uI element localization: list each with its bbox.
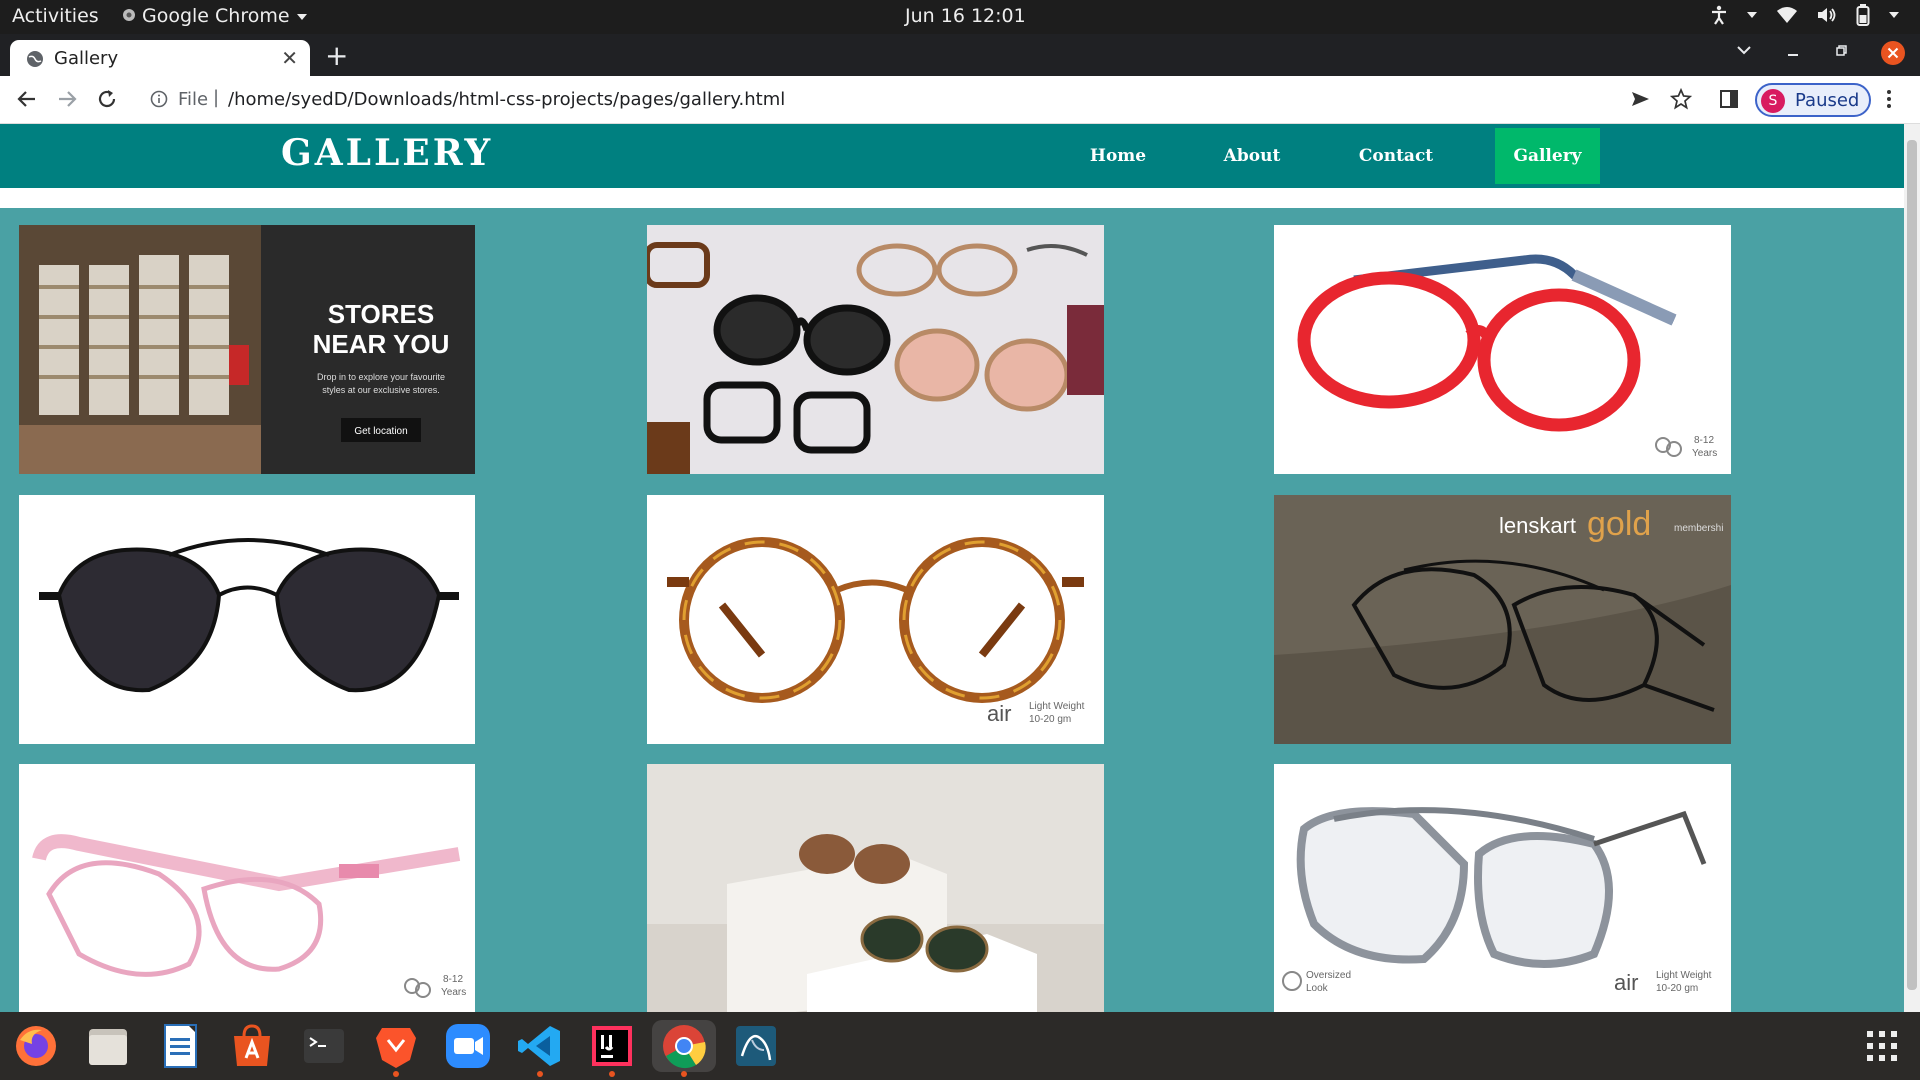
- system-tray[interactable]: [1710, 4, 1900, 26]
- restore-icon[interactable]: [1834, 42, 1848, 62]
- wifi-icon[interactable]: [1776, 6, 1798, 24]
- gallery-image-round-tortoise-frame[interactable]: air Light Weight 10-20 gm: [647, 495, 1104, 744]
- side-panel-icon[interactable]: [1718, 88, 1740, 114]
- lenskart-gold: gold: [1587, 505, 1651, 543]
- tab-search-icon[interactable]: [1736, 42, 1752, 62]
- gallery-image-aviator-sunglasses[interactable]: [19, 495, 475, 744]
- chrome-icon[interactable]: [652, 1020, 716, 1077]
- profile-button[interactable]: S Paused: [1755, 83, 1871, 117]
- system-top-bar: Activities Google Chrome Jun 16 12:01: [0, 0, 1920, 34]
- gallery-image-stores[interactable]: STORES NEAR YOU Drop in to explore your …: [19, 225, 475, 474]
- chrome-small-icon: [122, 5, 136, 27]
- tab-title: Gallery: [54, 48, 119, 69]
- air-badge: air: [987, 701, 1011, 726]
- get-location-label: Get location: [354, 426, 407, 437]
- light-weight-line2: 10-20 gm: [1656, 983, 1698, 994]
- url-separator: |: [213, 87, 220, 108]
- age-badge-line1: 8-12: [1694, 435, 1714, 446]
- nav-home[interactable]: Home: [1068, 128, 1168, 184]
- browser-toolbar: File | /home/syedD/Downloads/html-css-pr…: [0, 76, 1920, 124]
- gallery-image-lenskart-gold[interactable]: lenskart gold membershi: [1274, 495, 1731, 744]
- url-scheme: File: [178, 89, 209, 110]
- stores-body-line2: styles at our exclusive stores.: [322, 385, 440, 395]
- clock[interactable]: Jun 16 12:01: [905, 5, 1026, 27]
- kebab-menu-icon[interactable]: [1884, 88, 1894, 114]
- vscode-icon[interactable]: [514, 1020, 566, 1077]
- gallery-image-eyewear-collection[interactable]: [647, 225, 1104, 474]
- oversized-line1: Oversized: [1306, 970, 1351, 981]
- app-menu-label: Google Chrome: [142, 5, 290, 27]
- send-icon[interactable]: [1629, 88, 1651, 114]
- bookmark-star-icon[interactable]: [1669, 87, 1693, 114]
- nav-contact[interactable]: Contact: [1346, 128, 1446, 184]
- minimize-icon[interactable]: [1786, 42, 1800, 62]
- gallery-image-pink-kids-frame[interactable]: 8-12 Years: [19, 764, 475, 1012]
- tab-gallery[interactable]: Gallery ✕: [10, 40, 310, 76]
- page-viewport: GALLERY Home About Contact Gallery STORE…: [0, 124, 1904, 1012]
- chevron-down-icon: [296, 5, 308, 27]
- show-apps-icon[interactable]: [1866, 1030, 1898, 1066]
- header-divider: [0, 188, 1904, 208]
- oversized-line2: Look: [1306, 983, 1329, 994]
- stores-body-line1: Drop in to explore your favourite: [317, 372, 445, 382]
- lenskart-brand: lenskart: [1499, 513, 1576, 538]
- gallery-image-red-kids-frame[interactable]: 8-12 Years: [1274, 225, 1731, 474]
- running-indicator: [537, 1071, 543, 1077]
- address-bar[interactable]: File | /home/syedD/Downloads/html-css-pr…: [140, 84, 1620, 116]
- gallery-image-grey-square-frame[interactable]: Oversized Look air Light Weight 10-20 gm: [1274, 764, 1731, 1012]
- age-badge-line2: Years: [1692, 448, 1717, 459]
- light-weight-line2: 10-20 gm: [1029, 714, 1071, 725]
- globe-icon: [26, 50, 44, 72]
- stores-heading-line2: NEAR YOU: [313, 329, 450, 359]
- tab-strip: Gallery ✕ +: [0, 34, 1920, 76]
- avatar: S: [1761, 89, 1785, 113]
- intellij-icon[interactable]: [586, 1020, 638, 1077]
- info-icon[interactable]: [150, 90, 168, 113]
- url-text[interactable]: /home/syedD/Downloads/html-css-projects/…: [228, 89, 785, 110]
- accessibility-icon[interactable]: [1710, 5, 1728, 25]
- ubuntu-dock: [0, 1012, 1920, 1080]
- activities-button[interactable]: Activities: [12, 5, 99, 27]
- back-icon[interactable]: [16, 88, 38, 114]
- lenskart-membership: membershi: [1674, 523, 1723, 534]
- site-header: GALLERY Home About Contact Gallery: [0, 124, 1904, 188]
- running-indicator: [609, 1071, 615, 1077]
- reload-icon[interactable]: [96, 88, 118, 114]
- software-icon[interactable]: [226, 1020, 278, 1072]
- chevron-down-icon[interactable]: [1746, 10, 1758, 20]
- close-window-icon[interactable]: [1880, 40, 1906, 70]
- terminal-icon[interactable]: [298, 1020, 350, 1072]
- running-indicator: [681, 1071, 687, 1077]
- app-menu[interactable]: Google Chrome: [122, 5, 308, 27]
- age-badge-line1: 8-12: [443, 974, 463, 985]
- running-indicator: [393, 1071, 399, 1077]
- nav-gallery[interactable]: Gallery: [1495, 128, 1600, 184]
- mysql-workbench-icon[interactable]: [730, 1020, 782, 1072]
- brave-icon[interactable]: [370, 1020, 422, 1077]
- zoom-icon[interactable]: [442, 1020, 494, 1072]
- page-scrollbar[interactable]: [1904, 124, 1920, 1012]
- light-weight-line1: Light Weight: [1656, 970, 1712, 981]
- profile-status: Paused: [1795, 90, 1860, 111]
- age-badge-line2: Years: [441, 987, 466, 998]
- volume-icon[interactable]: [1816, 6, 1838, 24]
- gallery-image-sunglasses-display[interactable]: [647, 764, 1104, 1012]
- firefox-icon[interactable]: [10, 1020, 62, 1072]
- forward-icon[interactable]: [56, 88, 78, 114]
- chevron-down-icon[interactable]: [1888, 10, 1900, 20]
- battery-icon[interactable]: [1856, 4, 1870, 26]
- air-badge: air: [1614, 970, 1638, 995]
- writer-icon[interactable]: [154, 1020, 206, 1072]
- files-icon[interactable]: [82, 1020, 134, 1072]
- nav-about[interactable]: About: [1202, 128, 1302, 184]
- scrollbar-thumb[interactable]: [1907, 140, 1917, 990]
- light-weight-line1: Light Weight: [1029, 701, 1085, 712]
- close-tab-icon[interactable]: ✕: [281, 46, 298, 70]
- new-tab-button[interactable]: +: [325, 39, 348, 72]
- stores-heading-line1: STORES: [328, 299, 434, 329]
- site-title: GALLERY: [281, 132, 494, 174]
